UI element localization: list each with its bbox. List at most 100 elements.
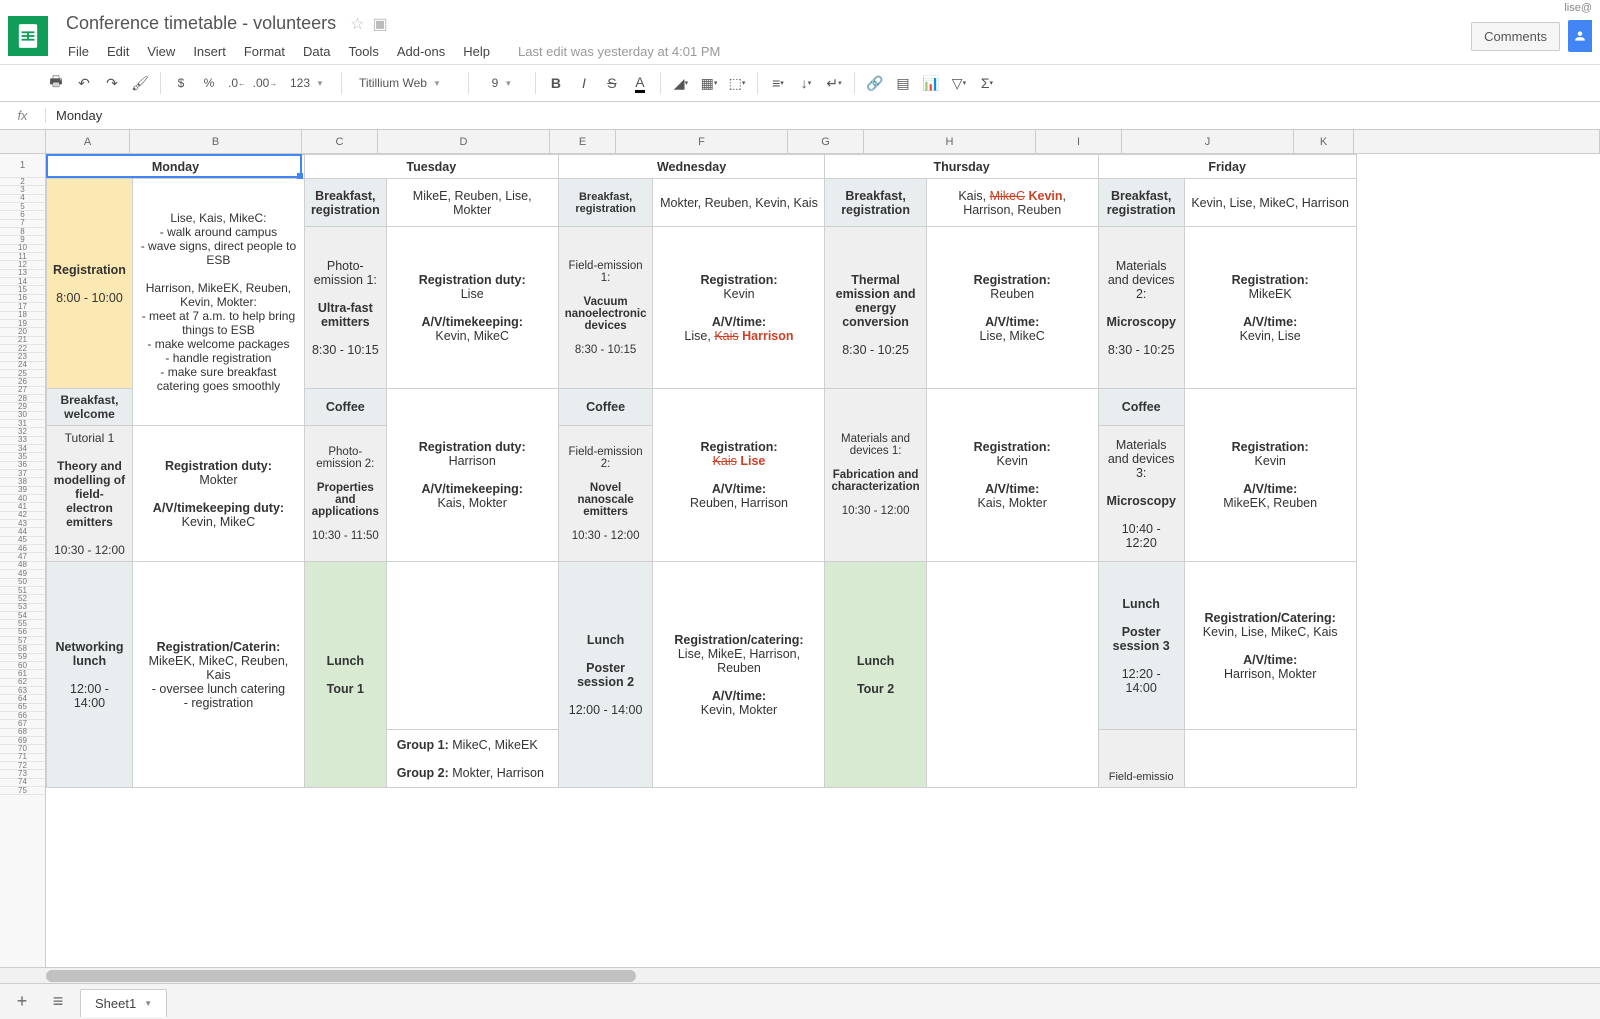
row-headers[interactable]: 1234567891011121314151617181920212223242… bbox=[0, 130, 46, 967]
link-icon[interactable]: 🔗 bbox=[863, 71, 887, 95]
col-header-E[interactable]: E bbox=[550, 130, 616, 153]
cell-wed-sess2-people[interactable]: Registration:Kais LiseA/V/time:Reuben, H… bbox=[653, 389, 825, 562]
cell-fri-lunch[interactable]: LunchPoster session 312:20 - 14:00 bbox=[1098, 562, 1184, 730]
cell-wed-breakfast[interactable]: Breakfast, registration bbox=[558, 179, 653, 227]
horizontal-scrollbar[interactable] bbox=[0, 967, 1600, 983]
column-headers[interactable]: ABCDEFGHIJK bbox=[46, 130, 1600, 154]
col-header-B[interactable]: B bbox=[130, 130, 302, 153]
filter-icon[interactable]: ▽▾ bbox=[947, 71, 971, 95]
cell-tue-coffee[interactable]: Coffee bbox=[304, 389, 386, 426]
col-header-D[interactable]: D bbox=[378, 130, 550, 153]
cell-fri-next-empty[interactable] bbox=[1184, 730, 1356, 788]
menu-tools[interactable]: Tools bbox=[340, 40, 386, 63]
print-icon[interactable]: 🖶 bbox=[44, 71, 68, 95]
sheet-tab-1[interactable]: Sheet1▼ bbox=[80, 989, 167, 1017]
cell-fri-sess1-people[interactable]: Registration:MikeEKA/V/time:Kevin, Lise bbox=[1184, 227, 1356, 389]
cell-fri-breakfast[interactable]: Breakfast, registration bbox=[1098, 179, 1184, 227]
menu-edit[interactable]: Edit bbox=[99, 40, 137, 63]
cell-thu-empty[interactable] bbox=[926, 562, 1098, 788]
cell-mon-lunch-people[interactable]: Registration/Caterin:MikeEK, MikeC, Reub… bbox=[132, 562, 304, 788]
menu-format[interactable]: Format bbox=[236, 40, 293, 63]
text-color-icon[interactable]: A bbox=[628, 71, 652, 95]
sheets-logo[interactable] bbox=[8, 16, 48, 56]
add-sheet-icon[interactable]: + bbox=[8, 988, 36, 1016]
cell-tue-sess2[interactable]: Photo-emission 2:Properties and applicat… bbox=[304, 426, 386, 562]
percent-btn[interactable]: % bbox=[197, 71, 221, 95]
cell-fri-breakfast-people[interactable]: Kevin, Lise, MikeC, Harrison bbox=[1184, 179, 1356, 227]
row-header-75[interactable]: 75 bbox=[0, 787, 45, 795]
cell-mon-lunch[interactable]: Networking lunch12:00 - 14:00 bbox=[47, 562, 133, 788]
cell-mon-tutorial[interactable]: Tutorial 1Theory and modelling of field-… bbox=[47, 426, 133, 562]
day-header-mon[interactable]: Monday bbox=[47, 155, 305, 179]
cell-wed-sess1[interactable]: Field-emission 1:Vacuum nanoelectronic d… bbox=[558, 227, 653, 389]
borders-icon[interactable]: ▦▾ bbox=[697, 71, 721, 95]
comments-button[interactable]: Comments bbox=[1471, 22, 1560, 51]
merge-icon[interactable]: ⬚▾ bbox=[725, 71, 749, 95]
cell-fri-sess2-people[interactable]: Registration:KevinA/V/time:MikeEK, Reube… bbox=[1184, 389, 1356, 562]
fill-color-icon[interactable]: ◢▾ bbox=[669, 71, 693, 95]
select-all-corner[interactable] bbox=[0, 130, 45, 154]
menu-file[interactable]: File bbox=[60, 40, 97, 63]
chart-icon[interactable]: 📊 bbox=[919, 71, 943, 95]
cell-fri-coffee[interactable]: Coffee bbox=[1098, 389, 1184, 426]
bold-icon[interactable]: B bbox=[544, 71, 568, 95]
paint-format-icon[interactable]: 🖌 bbox=[128, 71, 152, 95]
valign-icon[interactable]: ↓▾ bbox=[794, 71, 818, 95]
halign-icon[interactable]: ≡▾ bbox=[766, 71, 790, 95]
cell-wed-lunch[interactable]: LunchPoster session 212:00 - 14:00 bbox=[558, 562, 653, 788]
cell-fri-sess2[interactable]: Materials and devices 3:Microscopy10:40 … bbox=[1098, 426, 1184, 562]
menu-help[interactable]: Help bbox=[455, 40, 498, 63]
cell-tue-breakfast-people[interactable]: MikeE, Reuben, Lise, Mokter bbox=[386, 179, 558, 227]
currency-btn[interactable]: $ bbox=[169, 71, 193, 95]
share-button[interactable] bbox=[1568, 20, 1592, 52]
cell-thu-sess1-people[interactable]: Registration:ReubenA/V/time:Lise, MikeC bbox=[926, 227, 1098, 389]
col-header-C[interactable]: C bbox=[302, 130, 378, 153]
wrap-icon[interactable]: ↵▾ bbox=[822, 71, 846, 95]
cell-tue-lunch[interactable]: LunchTour 1 bbox=[304, 562, 386, 788]
cell-fri-sess1[interactable]: Materials and devices 2:Microscopy8:30 -… bbox=[1098, 227, 1184, 389]
cell-fri-lunch-people[interactable]: Registration/Catering:Kevin, Lise, MikeC… bbox=[1184, 562, 1356, 730]
cell-tue-sess1-people[interactable]: Registration duty:LiseA/V/timekeeping:Ke… bbox=[386, 227, 558, 389]
col-header-A[interactable]: A bbox=[46, 130, 130, 153]
italic-icon[interactable]: I bbox=[572, 71, 596, 95]
cell-thu-sess2-people[interactable]: Registration:KevinA/V/time:Kais, Mokter bbox=[926, 389, 1098, 562]
cell-tue-sess2-people[interactable]: Registration duty:HarrisonA/V/timekeepin… bbox=[386, 389, 558, 562]
menu-view[interactable]: View bbox=[139, 40, 183, 63]
col-header-H[interactable]: H bbox=[864, 130, 1036, 153]
comment-icon[interactable]: ▤ bbox=[891, 71, 915, 95]
cell-thu-breakfast-people[interactable]: Kais, MikeC Kevin, Harrison, Reuben bbox=[926, 179, 1098, 227]
dec-decrease-btn[interactable]: .0← bbox=[225, 71, 249, 95]
col-header-J[interactable]: J bbox=[1122, 130, 1294, 153]
col-header-K[interactable]: K bbox=[1294, 130, 1354, 153]
formula-input[interactable]: Monday bbox=[46, 108, 1600, 123]
cell-thu-breakfast[interactable]: Breakfast, registration bbox=[825, 179, 926, 227]
cell-mon-breakfast[interactable]: Breakfast, welcome bbox=[47, 389, 133, 426]
cell-thu-lunch[interactable]: LunchTour 2 bbox=[825, 562, 926, 788]
cell-fri-next[interactable]: Field-emissio bbox=[1098, 730, 1184, 788]
cell-mon-notes[interactable]: Lise, Kais, MikeC: - walk around campus … bbox=[132, 179, 304, 426]
functions-icon[interactable]: Σ▾ bbox=[975, 71, 999, 95]
cell-wed-sess1-people[interactable]: Registration:KevinA/V/time:Lise, Kais Ha… bbox=[653, 227, 825, 389]
folder-icon[interactable]: ▣ bbox=[372, 14, 387, 34]
redo-icon[interactable]: ↷ bbox=[100, 71, 124, 95]
font-select[interactable]: Titillium Web▼ bbox=[350, 75, 460, 91]
cell-tue-empty[interactable] bbox=[386, 562, 558, 730]
day-header-fri[interactable]: Friday bbox=[1098, 155, 1356, 179]
day-header-thu[interactable]: Thursday bbox=[825, 155, 1098, 179]
doc-title[interactable]: Conference timetable - volunteers bbox=[60, 11, 342, 36]
strike-icon[interactable]: S bbox=[600, 71, 624, 95]
cell-wed-sess2[interactable]: Field-emission 2:Novel nanoscale emitter… bbox=[558, 426, 653, 562]
cell-wed-lunch-people[interactable]: Registration/catering:Lise, MikeE, Harri… bbox=[653, 562, 825, 788]
star-icon[interactable]: ☆ bbox=[350, 14, 364, 34]
menu-addons[interactable]: Add-ons bbox=[389, 40, 453, 63]
all-sheets-icon[interactable]: ≡ bbox=[44, 988, 72, 1016]
undo-icon[interactable]: ↶ bbox=[72, 71, 96, 95]
day-header-wed[interactable]: Wednesday bbox=[558, 155, 825, 179]
cell-tue-groups[interactable]: Group 1: MikeC, MikeEKGroup 2: Mokter, H… bbox=[386, 730, 558, 788]
row-header-1[interactable]: 1 bbox=[0, 154, 45, 178]
cell-mon-tutorial-people[interactable]: Registration duty:MokterA/V/timekeeping … bbox=[132, 426, 304, 562]
cell-mon-reg[interactable]: Registration8:00 - 10:00 bbox=[47, 179, 133, 389]
col-header-F[interactable]: F bbox=[616, 130, 788, 153]
cell-thu-sess1[interactable]: Thermal emission and energy conversion8:… bbox=[825, 227, 926, 389]
day-header-tue[interactable]: Tuesday bbox=[304, 155, 558, 179]
